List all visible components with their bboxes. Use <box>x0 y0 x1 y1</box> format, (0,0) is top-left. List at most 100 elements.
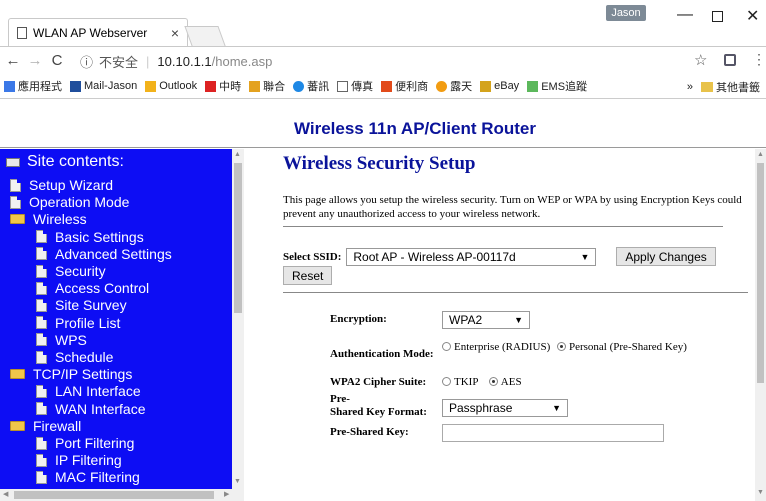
auth-mode-group: Enterprise (RADIUS) Personal (Pre-Shared… <box>442 341 692 354</box>
bookmarks-overflow: » 其他書籤 <box>687 79 760 95</box>
document-icon <box>337 80 349 92</box>
page-icon <box>36 333 47 347</box>
cipher-suite-group: TKIP AES <box>442 376 522 389</box>
more-bookmarks-icon[interactable]: » <box>687 81 693 93</box>
auth-enterprise-radio[interactable] <box>442 342 451 351</box>
scroll-right-icon[interactable]: ▶ <box>224 490 229 498</box>
auth-personal-radio[interactable] <box>556 342 566 351</box>
ssid-select[interactable]: Root AP - Wireless AP-00117d ▼ <box>346 247 597 266</box>
sidebar-item-label: LAN Interface <box>55 383 141 400</box>
sidebar-item-firewall[interactable]: Firewall <box>10 418 81 434</box>
sidebar-item-mac-filtering[interactable]: MAC Filtering <box>36 469 140 485</box>
sidebar-item-lan-interface[interactable]: LAN Interface <box>36 383 141 399</box>
bookmark-convenience[interactable]: 便利商 <box>381 78 428 94</box>
sidebar-item-ip-filtering[interactable]: IP Filtering <box>36 452 122 468</box>
sidebar-item-operation-mode[interactable]: Operation Mode <box>10 194 129 210</box>
apps-icon <box>4 80 15 92</box>
scroll-up-icon[interactable]: ▲ <box>234 151 241 158</box>
page-icon <box>36 402 47 416</box>
scroll-thumb[interactable] <box>757 163 764 383</box>
cipher-suite-label: WPA2 Cipher Suite: <box>330 376 427 388</box>
sidebar-item-label: TCP/IP Settings <box>33 366 133 383</box>
scroll-up-icon[interactable]: ▲ <box>757 151 764 158</box>
sidebar-horizontal-scrollbar[interactable]: ◀ ▶ <box>0 489 244 501</box>
address-bar[interactable]: ⓘ 不安全 | 10.10.1.1 /home.asp <box>80 50 725 72</box>
scroll-left-icon[interactable]: ◀ <box>3 490 8 498</box>
sidebar-item-label: Access Control <box>55 280 150 297</box>
bookmark-apps[interactable]: 應用程式 <box>4 78 62 94</box>
sidebar-item-site-survey[interactable]: Site Survey <box>36 297 127 313</box>
bookmark-ebay[interactable]: eBay <box>480 80 519 92</box>
extension-icon[interactable] <box>724 54 736 66</box>
scroll-thumb[interactable] <box>14 491 214 499</box>
encryption-select[interactable]: WPA2 ▼ <box>442 311 530 329</box>
content-frame: Wireless Security Setup This page allows… <box>245 149 766 501</box>
page-title: Wireless Security Setup <box>283 153 476 174</box>
udn-icon <box>249 80 261 92</box>
bookmark-ems[interactable]: EMS追蹤 <box>527 78 587 94</box>
sidebar-item-label: Security <box>55 263 106 279</box>
browser-tab[interactable]: WLAN AP Webserver × <box>8 18 188 46</box>
bookmark-mail[interactable]: Mail-Jason <box>70 80 137 92</box>
scroll-down-icon[interactable]: ▼ <box>234 478 241 485</box>
sidebar-item-wireless[interactable]: Wireless <box>10 211 87 227</box>
sidebar-item-advanced-settings[interactable]: Advanced Settings <box>36 246 172 262</box>
cipher-aes-radio[interactable] <box>488 377 498 386</box>
back-icon[interactable]: ← <box>4 52 22 69</box>
profile-badge[interactable]: Jason <box>606 5 646 21</box>
bookmark-udn[interactable]: 聯合 <box>249 78 285 94</box>
bookmark-fax[interactable]: 傳真 <box>337 78 373 94</box>
info-icon[interactable]: ⓘ <box>80 52 93 71</box>
cipher-tkip-radio[interactable] <box>442 377 451 386</box>
sidebar-item-setup-wizard[interactable]: Setup Wizard <box>10 177 113 193</box>
security-setup-page: Wireless Security Setup This page allows… <box>245 149 755 501</box>
open-folder-icon <box>10 369 25 380</box>
sidebar-vertical-scrollbar[interactable]: ▲ ▼ <box>232 149 244 489</box>
page-icon <box>36 298 47 312</box>
content-vertical-scrollbar[interactable]: ▲ ▼ <box>755 149 766 501</box>
tab-close-icon[interactable]: × <box>171 25 179 41</box>
other-bookmarks[interactable]: 其他書籤 <box>716 79 760 95</box>
bookmark-chinatimes[interactable]: 中時 <box>205 78 241 94</box>
bookmark-ruten[interactable]: 露天 <box>436 78 472 94</box>
sidebar-item-label: Wireless <box>33 211 87 228</box>
browser-toolbar: ← → C ⓘ 不安全 | 10.10.1.1 /home.asp ☆ ⋮ <box>0 46 766 74</box>
page-icon <box>36 247 47 261</box>
sidebar-item-port-filtering[interactable]: Port Filtering <box>36 435 134 451</box>
psk-format-select[interactable]: Passphrase ▼ <box>442 399 568 417</box>
minimize-icon[interactable]: — <box>677 6 693 24</box>
bookmark-star-icon[interactable]: ☆ <box>694 51 707 69</box>
scroll-thumb[interactable] <box>234 163 242 313</box>
reset-button[interactable]: Reset <box>283 266 333 285</box>
sidebar-item-label: Advanced Settings <box>55 245 172 262</box>
sidebar-item-schedule[interactable]: Schedule <box>36 349 113 365</box>
sidebar-item-label: WAN Interface <box>55 400 146 417</box>
sidebar-item-security[interactable]: Security <box>36 263 106 279</box>
site-contents-heading: Site contents: <box>6 153 124 171</box>
maximize-icon[interactable] <box>712 11 723 22</box>
sidebar-item-basic-settings[interactable]: Basic Settings <box>36 229 144 245</box>
scroll-down-icon[interactable]: ▼ <box>757 489 764 496</box>
encryption-label: Encryption: <box>330 313 387 325</box>
reload-icon[interactable]: C <box>48 52 66 69</box>
open-folder-icon <box>10 420 25 431</box>
url-path: /home.asp <box>211 53 273 69</box>
new-tab-button[interactable] <box>184 26 226 46</box>
bookmark-outlook[interactable]: Outlook <box>145 80 197 92</box>
sidebar-item-profile-list[interactable]: Profile List <box>36 315 120 331</box>
apply-changes-button[interactable]: Apply Changes <box>616 247 716 266</box>
sidebar-item-label: Port Filtering <box>55 435 135 451</box>
sidebar-item-wps[interactable]: WPS <box>36 332 87 348</box>
page-icon <box>36 470 47 484</box>
divider: | <box>146 53 150 69</box>
menu-icon[interactable]: ⋮ <box>752 51 766 68</box>
forward-icon[interactable]: → <box>26 52 44 69</box>
sidebar-item-tcp-ip-settings[interactable]: TCP/IP Settings <box>10 366 132 382</box>
close-window-icon[interactable]: ✕ <box>746 6 759 26</box>
psk-input[interactable] <box>442 424 664 442</box>
ssid-row: Select SSID: Root AP - Wireless AP-00117… <box>283 247 716 266</box>
sidebar-item-wan-interface[interactable]: WAN Interface <box>36 401 146 417</box>
sidebar-item-access-control[interactable]: Access Control <box>36 280 149 296</box>
sidebar-item-label: Schedule <box>55 349 114 365</box>
bookmark-pchome[interactable]: 蕃訊 <box>293 78 329 94</box>
